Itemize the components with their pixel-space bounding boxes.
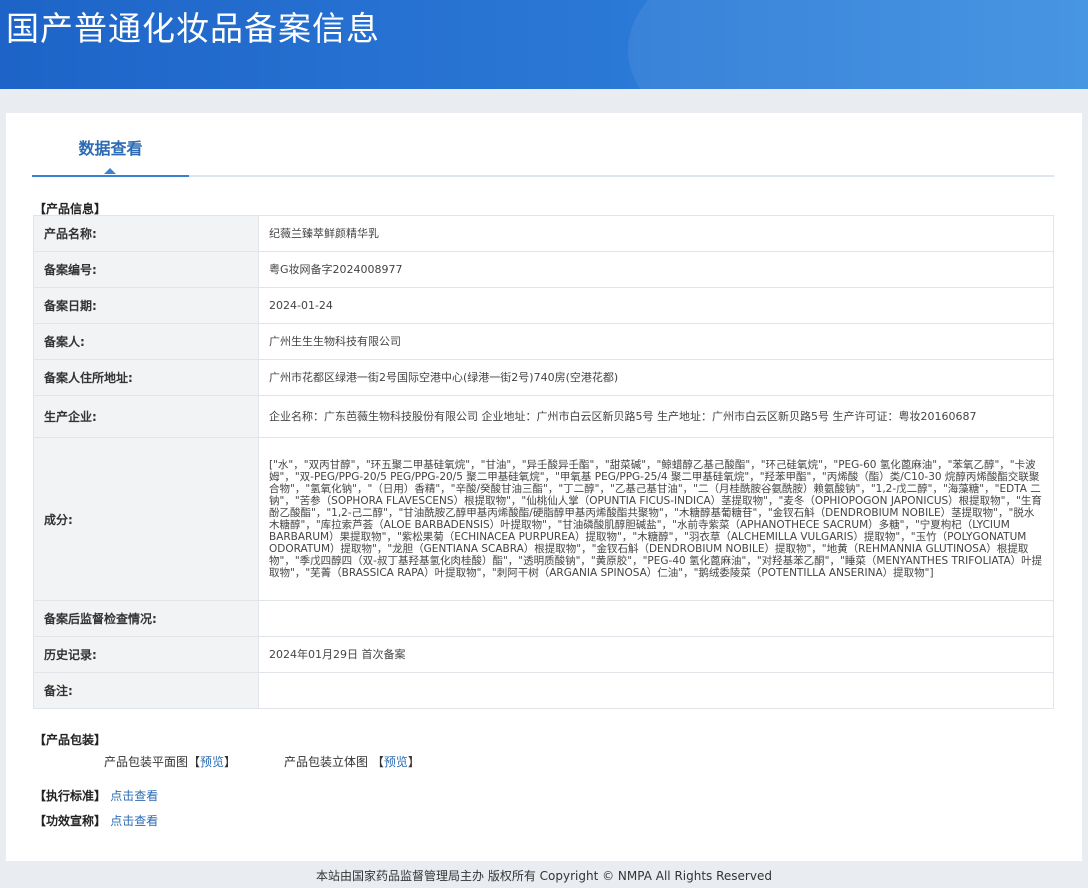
row-label: 备案编号: bbox=[33, 251, 259, 288]
packaging-solid-label: 产品包装立体图 bbox=[284, 755, 369, 769]
table-row: 产品名称: 纪薇兰臻萃鲜颜精华乳 bbox=[33, 215, 1054, 252]
row-label: 备注: bbox=[33, 672, 259, 709]
table-row: 备案编号: 粤G妆网备字2024008977 bbox=[33, 251, 1054, 288]
row-label: 历史记录: bbox=[33, 636, 259, 673]
row-value: 粤G妆网备字2024008977 bbox=[258, 251, 1054, 288]
bracket: 【 bbox=[371, 755, 384, 769]
bracket: 】 bbox=[224, 755, 237, 769]
row-label: 生产企业: bbox=[33, 395, 259, 438]
product-info-table: 产品名称: 纪薇兰臻萃鲜颜精华乳 备案编号: 粤G妆网备字2024008977 … bbox=[33, 215, 1054, 709]
table-row: 备注: bbox=[33, 672, 1054, 709]
table-row: 生产企业: 企业名称：广东芭薇生物科技股份有限公司 企业地址：广州市白云区新贝路… bbox=[33, 395, 1054, 438]
row-label: 备案人住所地址: bbox=[33, 359, 259, 396]
table-row: 备案人: 广州生生生物科技有限公司 bbox=[33, 323, 1054, 360]
efficacy-view-link[interactable]: 点击查看 bbox=[110, 814, 158, 828]
efficacy-row: 【功效宣称】 点击查看 bbox=[34, 812, 158, 829]
packaging-flat-label: 产品包装平面图 bbox=[104, 755, 189, 769]
bracket: 【 bbox=[188, 755, 201, 769]
row-value: 广州市花都区绿港一街2号国际空港中心(绿港一街2号)740房(空港花都) bbox=[258, 359, 1054, 396]
row-label: 成分: bbox=[33, 437, 259, 601]
table-row: 历史记录: 2024年01月29日 首次备案 bbox=[33, 636, 1054, 673]
row-value: 2024年01月29日 首次备案 bbox=[258, 636, 1054, 673]
standard-row: 【执行标准】 点击查看 bbox=[34, 787, 158, 804]
row-value: 2024-01-24 bbox=[258, 287, 1054, 324]
row-label: 备案日期: bbox=[33, 287, 259, 324]
packaging-flat-item: 产品包装平面图【预览】 bbox=[104, 753, 236, 770]
row-value bbox=[258, 672, 1054, 709]
row-value: 纪薇兰臻萃鲜颜精华乳 bbox=[258, 215, 1054, 252]
packaging-solid-item: 产品包装立体图 【预览】 bbox=[284, 753, 420, 770]
header-banner: 国产普通化妆品备案信息 bbox=[0, 0, 1088, 89]
efficacy-label: 【功效宣称】 bbox=[34, 814, 107, 828]
row-value bbox=[258, 600, 1054, 637]
table-row: 备案后监督检查情况: bbox=[33, 600, 1054, 637]
table-row: 备案日期: 2024-01-24 bbox=[33, 287, 1054, 324]
row-value: 企业名称：广东芭薇生物科技股份有限公司 企业地址：广州市白云区新贝路5号 生产地… bbox=[258, 395, 1054, 438]
row-label: 备案后监督检查情况: bbox=[33, 600, 259, 637]
row-label: 备案人: bbox=[33, 323, 259, 360]
tab-bar: 数据查看 bbox=[32, 113, 1054, 177]
bracket: 】 bbox=[407, 755, 420, 769]
page-title: 国产普通化妆品备案信息 bbox=[6, 9, 380, 48]
standard-label: 【执行标准】 bbox=[34, 789, 107, 803]
packaging-section-label: 【产品包装】 bbox=[34, 733, 107, 747]
row-label: 产品名称: bbox=[33, 215, 259, 252]
main-panel: 数据查看 【产品信息】 产品名称: 纪薇兰臻萃鲜颜精华乳 备案编号: 粤G妆网备… bbox=[6, 113, 1082, 861]
table-row: 备案人住所地址: 广州市花都区绿港一街2号国际空港中心(绿港一街2号)740房(… bbox=[33, 359, 1054, 396]
packaging-solid-preview-link[interactable]: 预览 bbox=[384, 755, 408, 769]
standard-view-link[interactable]: 点击查看 bbox=[110, 789, 158, 803]
active-tab-caret-icon bbox=[104, 168, 116, 174]
footer: 本站由国家药品监督管理局主办 版权所有 Copyright © NMPA All… bbox=[316, 869, 772, 883]
table-row: 成分: ["水"，"双丙甘醇"，"环五聚二甲基硅氧烷"，"甘油"，"异壬酸异壬酯… bbox=[33, 437, 1054, 601]
packaging-flat-preview-link[interactable]: 预览 bbox=[200, 755, 224, 769]
row-value: 广州生生生物科技有限公司 bbox=[258, 323, 1054, 360]
ingredients-value: ["水"，"双丙甘醇"，"环五聚二甲基硅氧烷"，"甘油"，"异壬酸异壬酯"，"甜… bbox=[258, 437, 1054, 601]
